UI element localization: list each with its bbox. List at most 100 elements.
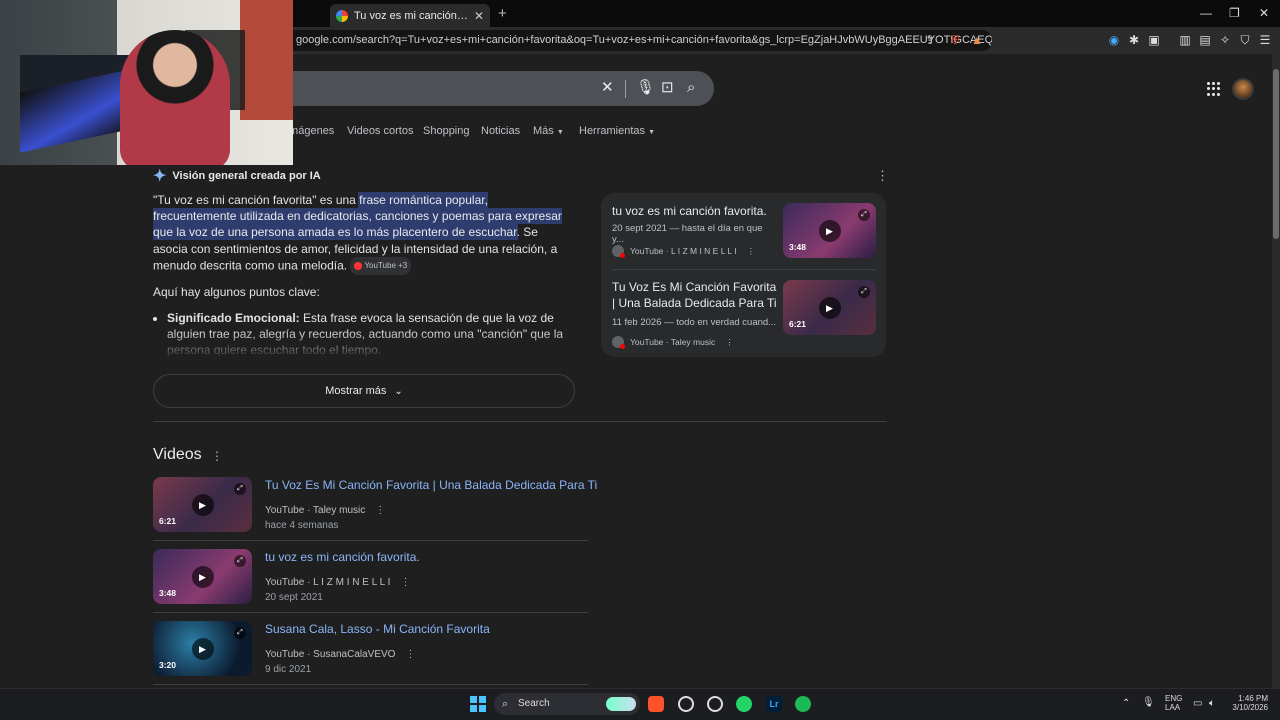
browser-tab[interactable]: Tu voz es mi canción favorita - B ✕ (330, 4, 490, 27)
card-snippet: 11 feb 2026 — todo en verdad cuand... (612, 317, 777, 328)
brave-shield-icon[interactable]: ⛨ (948, 33, 962, 47)
video-thumbnail[interactable]: ▶ ⤢ 3:48 (783, 203, 876, 258)
tab-imagenes[interactable]: Imágenes (286, 125, 334, 137)
scrollbar[interactable] (1272, 54, 1280, 688)
tab-herramientas-label: Herramientas (579, 125, 646, 137)
duration: 6:21 (789, 319, 807, 329)
card-title[interactable]: Tu Voz Es Mi Canción Favorita | Una Bala… (612, 279, 777, 311)
close-icon[interactable]: ✕ (474, 9, 484, 23)
duration: 3:48 (159, 588, 177, 598)
url-field[interactable]: google.com/search?q=Tu+voz+es+mi+canción… (286, 30, 992, 51)
video-source: YouTube · Taley music ⋮ (265, 505, 385, 516)
speech-icon[interactable]: ◉ (1107, 33, 1121, 47)
tab-title: Tu voz es mi canción favorita - B (354, 9, 468, 22)
cam-wall (240, 0, 293, 120)
lens-icon[interactable]: ⊡ (661, 80, 674, 96)
channel-icon (612, 245, 625, 258)
more-vert-icon[interactable]: ⋮ (375, 505, 385, 516)
video-date: 20 sept 2021 (265, 592, 323, 603)
play-icon: ▶ (191, 565, 214, 588)
duration: 3:20 (159, 660, 177, 670)
taskbar-search[interactable]: ⌕ Search (494, 693, 640, 715)
intro-plain: "Tu voz es mi canción favorita" es una (153, 193, 360, 207)
play-icon: ▶ (818, 219, 841, 242)
play-icon: ▶ (191, 637, 214, 660)
whatsapp-icon[interactable] (736, 696, 752, 712)
chatgpt-icon[interactable] (678, 696, 694, 712)
ai-overview-text: "Tu voz es mi canción favorita" es una f… (153, 192, 573, 276)
tab-shopping[interactable]: Shopping (423, 125, 470, 137)
mic-icon[interactable]: 🎙︎ (1142, 697, 1155, 708)
video-thumbnail[interactable]: ▶ ⤢ 6:21 (153, 477, 252, 532)
vpn-icon[interactable]: ⛉ (1238, 33, 1252, 47)
network-icon[interactable]: ▭ (1193, 698, 1202, 709)
more-vert-icon[interactable]: ⋮ (876, 168, 889, 184)
webcam-overlay (0, 0, 293, 165)
more-vert-icon[interactable]: ⋮ (405, 649, 415, 660)
source-chip-label: YouTube +3 (364, 260, 408, 270)
video-thumbnail[interactable]: ▶ ⤢ 3:20 (153, 621, 252, 676)
video-date: hace 4 semanas (265, 520, 339, 531)
text-fade (150, 330, 580, 360)
card-snippet: 20 sept 2021 — hasta el día en que y... (612, 223, 763, 245)
play-icon: ▶ (818, 296, 841, 319)
menu-icon[interactable]: ☰ (1258, 33, 1272, 47)
chevron-down-icon: ▼ (556, 129, 564, 136)
brave-icon[interactable] (648, 696, 664, 712)
clock[interactable]: 1:46 PM 3/10/2026 (1230, 694, 1268, 712)
extensions-icon[interactable]: ✱ (1127, 33, 1141, 47)
tab-noticias[interactable]: Noticias (481, 125, 520, 137)
card-source: YouTube · Taley music ⋮ (612, 336, 734, 349)
videos-heading: Videos (153, 446, 202, 463)
search-icon[interactable]: ⌕ (687, 80, 695, 96)
more-vert-icon[interactable]: ⋮ (400, 577, 410, 588)
new-tab-button[interactable]: + (498, 5, 507, 22)
lang-line1: ENG (1165, 694, 1183, 703)
video-thumbnail[interactable]: ▶ ⤢ 6:21 (783, 280, 876, 335)
video-thumbnail[interactable]: ▶ ⤢ 3:48 (153, 549, 252, 604)
video-title[interactable]: tu voz es mi canción favorita. (265, 550, 420, 564)
divider (153, 540, 588, 541)
mic-icon[interactable]: 🎙︎ (636, 80, 655, 96)
card-source-label: YouTube · Taley music (630, 337, 716, 347)
leo-icon[interactable]: ✧ (1218, 33, 1232, 47)
duration: 6:21 (159, 516, 177, 526)
windows-start-icon[interactable] (470, 696, 486, 712)
tab-videos-cortos[interactable]: Videos cortos (347, 125, 413, 137)
divider (153, 421, 887, 422)
tab-mas[interactable]: Más ▼ (533, 125, 564, 137)
video-title[interactable]: Tu Voz Es Mi Canción Favorita | Una Bala… (265, 478, 597, 492)
avatar[interactable] (1232, 78, 1254, 100)
close-window-button[interactable]: ✕ (1259, 6, 1269, 20)
video-title[interactable]: Susana Cala, Lasso - Mi Canción Favorita (265, 622, 490, 636)
source-chip[interactable]: YouTube +3 (350, 256, 412, 276)
more-vert-icon[interactable]: ⋮ (211, 449, 223, 463)
tab-herramientas[interactable]: Herramientas ▼ (579, 125, 655, 137)
chevron-up-icon[interactable]: ⌃ (1122, 698, 1130, 709)
maximize-button[interactable]: ❐ (1229, 6, 1240, 20)
obs-icon[interactable] (707, 696, 723, 712)
wallet-icon[interactable]: ▣ (1147, 33, 1161, 47)
video-source-label: YouTube · L I Z M I N E L L I (265, 577, 391, 588)
apps-grid-icon[interactable] (1207, 82, 1221, 96)
card-title[interactable]: tu voz es mi canción favorita. (612, 203, 777, 219)
close-icon[interactable]: ✕ (601, 80, 614, 96)
lightroom-icon[interactable]: Lr (766, 696, 782, 712)
minimize-button[interactable]: — (1200, 6, 1212, 20)
sidebar-icon[interactable]: ▥ (1178, 33, 1192, 47)
expand-icon: ⤢ (234, 555, 246, 567)
expand-icon: ⤢ (858, 286, 870, 298)
divider (625, 80, 626, 98)
scrollbar-thumb[interactable] (1273, 69, 1279, 239)
search-icon: ⌕ (502, 698, 509, 710)
show-more-button[interactable]: Mostrar más ⌄ (153, 374, 575, 408)
volume-icon[interactable]: 🔈︎ (1209, 698, 1215, 709)
rewards-icon[interactable]: ▲ (970, 33, 984, 47)
spotify-icon[interactable] (795, 696, 811, 712)
search-highlight-icon (606, 697, 636, 711)
language-indicator[interactable]: ENG LAA (1165, 694, 1182, 712)
more-vert-icon[interactable]: ⋮ (747, 246, 756, 257)
more-vert-icon[interactable]: ⋮ (725, 337, 734, 348)
wallet2-icon[interactable]: ▤ (1198, 33, 1212, 47)
share-icon[interactable]: ⇪ (923, 33, 937, 47)
